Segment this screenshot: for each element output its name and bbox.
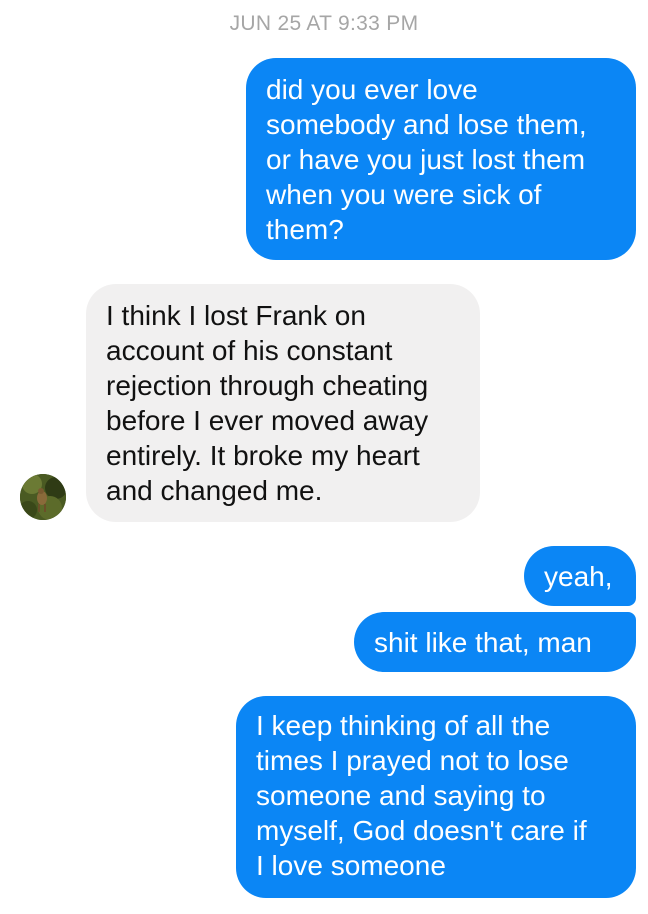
message-line: someone and saying to xyxy=(256,780,546,811)
message-line: I keep thinking of all the xyxy=(256,710,551,741)
contact-avatar[interactable] xyxy=(20,474,66,520)
message-line: myself, God doesn't care if xyxy=(256,815,587,846)
message-bubble-outgoing[interactable]: did you ever love somebody and lose them… xyxy=(246,58,636,260)
message-line: did you ever love xyxy=(266,74,478,105)
message-line: rejection through cheating xyxy=(106,370,429,401)
message-line: when you were sick of xyxy=(266,179,542,210)
message-bubble-outgoing[interactable]: shit like that, man xyxy=(354,612,636,672)
message-line: or have you just lost them xyxy=(266,144,586,175)
message-line: entirely. It broke my heart xyxy=(106,440,420,471)
message-line: shit like that, man xyxy=(374,627,592,658)
avatar-photo-icon xyxy=(20,474,66,520)
message-line: before I ever moved away xyxy=(106,405,429,436)
message-line: them? xyxy=(266,214,344,245)
message-line: I think I lost Frank on xyxy=(106,300,366,331)
message-line: yeah, xyxy=(544,561,613,592)
message-bubble-outgoing[interactable]: I keep thinking of all the times I praye… xyxy=(236,696,636,898)
timestamp: JUN 25 AT 9:33 PM xyxy=(229,12,419,35)
message-line: I love someone xyxy=(256,850,446,881)
message-bubble-outgoing[interactable]: yeah, xyxy=(524,546,636,606)
message-line: and changed me. xyxy=(106,475,323,506)
message-line: times I prayed not to lose xyxy=(256,745,569,776)
message-line: account of his constant xyxy=(106,335,393,366)
message-bubble-incoming[interactable]: I think I lost Frank on account of his c… xyxy=(86,284,480,522)
message-line: somebody and lose them, xyxy=(266,109,587,140)
